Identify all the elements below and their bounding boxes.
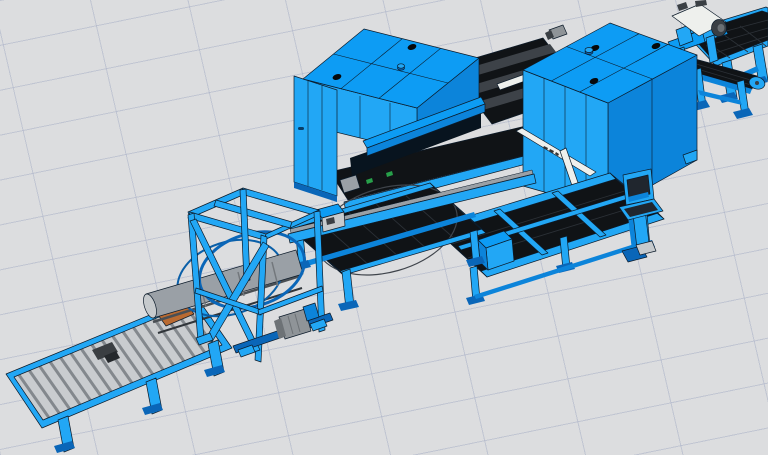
scene-canvas <box>0 0 768 455</box>
roof-knob <box>398 64 405 68</box>
side-cabinet <box>294 76 337 196</box>
roof-knob <box>585 48 593 53</box>
cad-viewport[interactable] <box>0 0 768 455</box>
door-handle <box>298 127 304 130</box>
